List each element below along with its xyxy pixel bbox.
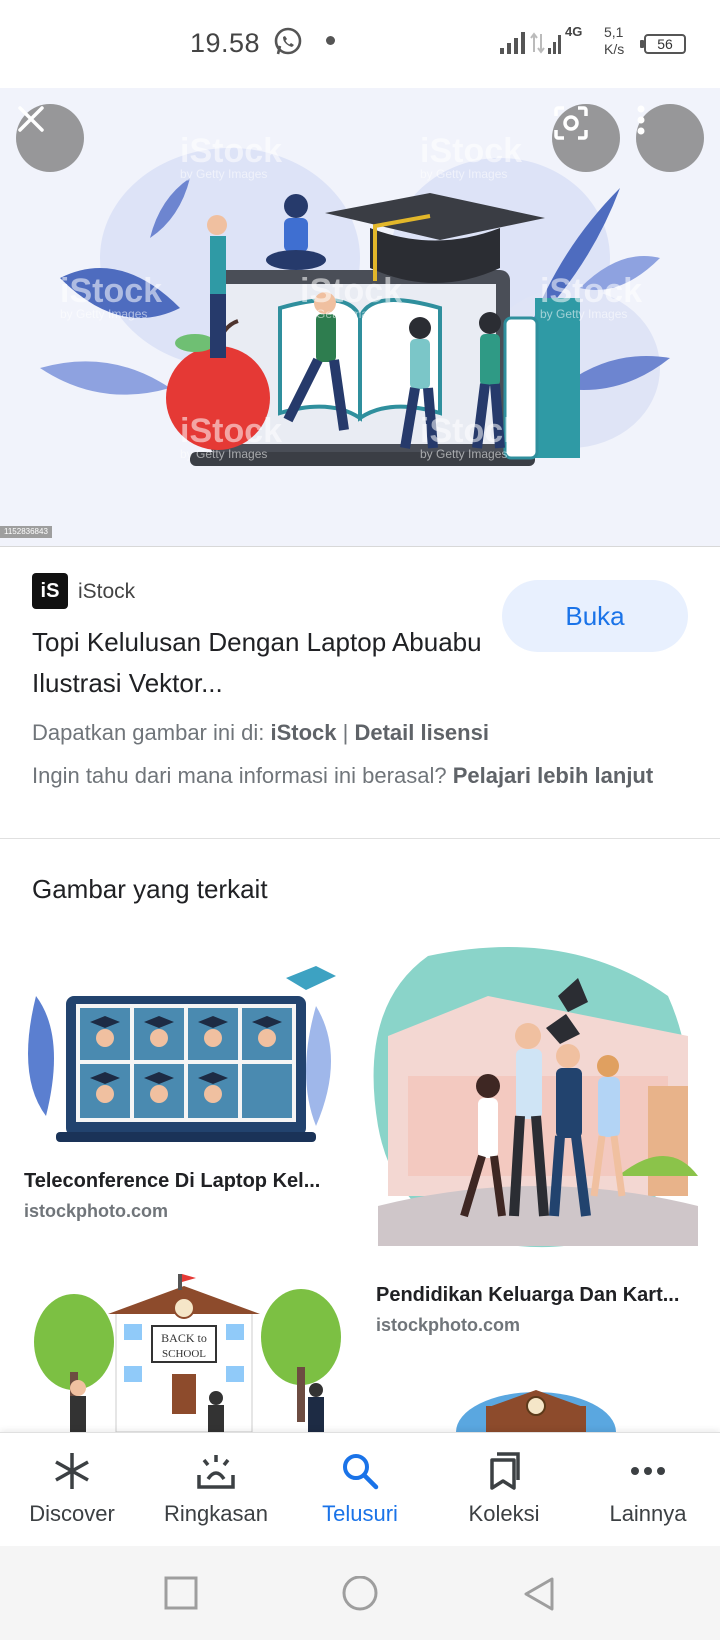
watermark: iStock by Getty Images — [420, 132, 523, 181]
watermark: iStock by Getty Images — [300, 272, 403, 321]
whatsapp-icon — [274, 27, 302, 55]
svg-text:SCHOOL: SCHOOL — [162, 1348, 206, 1360]
related-caption[interactable]: Teleconference Di Laptop Kel... — [24, 1170, 344, 1193]
asterisk-icon — [55, 1453, 89, 1489]
bookmarks-icon — [490, 1452, 520, 1490]
recents-icon[interactable] — [164, 1576, 198, 1610]
more-options-button[interactable] — [636, 104, 704, 172]
image-info-panel: iS iStock Buka Topi Kelulusan Dengan Lap… — [0, 548, 720, 839]
related-image-card[interactable] — [368, 1376, 704, 1432]
battery-icon: 56 — [640, 34, 686, 54]
istock-logo-icon: iS — [32, 573, 68, 609]
status-time: 19.58 — [190, 28, 261, 58]
more-horiz-icon — [631, 1467, 665, 1475]
nav-lainnya[interactable]: Lainnya — [576, 1433, 720, 1546]
close-icon — [18, 106, 44, 132]
status-bar: 19.58 4G 5,1 K/s 56 — [0, 0, 720, 88]
watermark: iStock by Getty Images — [180, 132, 283, 181]
nav-discover[interactable]: Discover — [0, 1433, 144, 1546]
network-speed: 5,1 K/s — [604, 24, 625, 57]
related-thumbnail[interactable] — [16, 936, 352, 1156]
source-info-line: Ingin tahu dari mana informasi ini beras… — [32, 763, 654, 788]
more-vert-icon — [637, 105, 645, 135]
watermark: iStock by Getty Images — [60, 272, 163, 321]
nav-telusuri[interactable]: Telusuri — [288, 1433, 432, 1546]
related-image-card[interactable]: Teleconference Di Laptop Kel... istockph… — [16, 936, 352, 1222]
get-image-source-link[interactable]: iStock — [270, 720, 336, 745]
lens-button[interactable] — [552, 104, 620, 172]
network-type: 4G — [565, 24, 583, 39]
system-navigation-bar — [0, 1546, 720, 1640]
nav-label: Lainnya — [609, 1501, 687, 1526]
nav-label: Telusuri — [322, 1501, 398, 1526]
home-icon[interactable] — [341, 1576, 379, 1614]
related-caption[interactable]: Pendidikan Keluarga Dan Kart... — [376, 1284, 696, 1307]
related-image-card[interactable]: BACK to SCHOOL — [16, 1262, 352, 1432]
related-thumbnail[interactable] — [368, 936, 704, 1270]
watermark: iStock by Getty Images — [540, 272, 643, 321]
related-thumbnail[interactable] — [368, 1376, 704, 1432]
nav-label: Ringkasan — [164, 1501, 268, 1526]
building-illustration — [456, 1390, 616, 1432]
image-id: 1152836843 — [0, 526, 52, 538]
nav-label: Koleksi — [468, 1501, 540, 1526]
related-images-heading: Gambar yang terkait — [32, 874, 268, 904]
sunrise-icon — [197, 1455, 235, 1489]
svg-text:BACK to: BACK to — [161, 1331, 207, 1345]
nav-koleksi[interactable]: Koleksi — [432, 1433, 576, 1546]
watermark: iStock by Getty Images — [180, 412, 283, 461]
lens-icon — [554, 106, 588, 140]
license-details-link[interactable]: Detail lisensi — [354, 720, 489, 745]
bottom-navigation: Discover Ringkasan Telusuri Koleksi Lain… — [0, 1432, 720, 1546]
close-button[interactable] — [16, 104, 84, 172]
teleconference-illustration — [28, 966, 336, 1142]
back-icon[interactable] — [522, 1576, 556, 1612]
nav-label: Discover — [29, 1501, 115, 1526]
open-button[interactable]: Buka — [502, 580, 688, 652]
related-thumbnail[interactable]: BACK to SCHOOL — [16, 1262, 352, 1432]
get-image-line: Dapatkan gambar ini di: iStock | Detail … — [32, 720, 489, 745]
image-title[interactable]: Topi Kelulusan Dengan Laptop Abuabu Ilus… — [32, 622, 482, 704]
preview-image[interactable]: iStock by Getty Images iStock by Getty Ima… — [0, 88, 720, 547]
related-image-card[interactable]: Pendidikan Keluarga Dan Kart... istockph… — [368, 936, 704, 1336]
watermark: iStock by Getty Images — [420, 412, 523, 461]
source-name[interactable]: iStock — [78, 580, 135, 604]
related-source: istockphoto.com — [376, 1315, 521, 1335]
notification-dot — [326, 36, 335, 45]
signal-icon — [500, 32, 561, 54]
battery-level: 56 — [657, 36, 673, 52]
back-to-school-illustration: BACK to SCHOOL — [34, 1274, 341, 1432]
related-source: istockphoto.com — [24, 1201, 169, 1221]
search-icon — [343, 1454, 379, 1490]
learn-more-link[interactable]: Pelajari lebih lanjut — [453, 763, 654, 788]
nav-ringkasan[interactable]: Ringkasan — [144, 1433, 288, 1546]
family-graduation-illustration — [373, 947, 698, 1248]
